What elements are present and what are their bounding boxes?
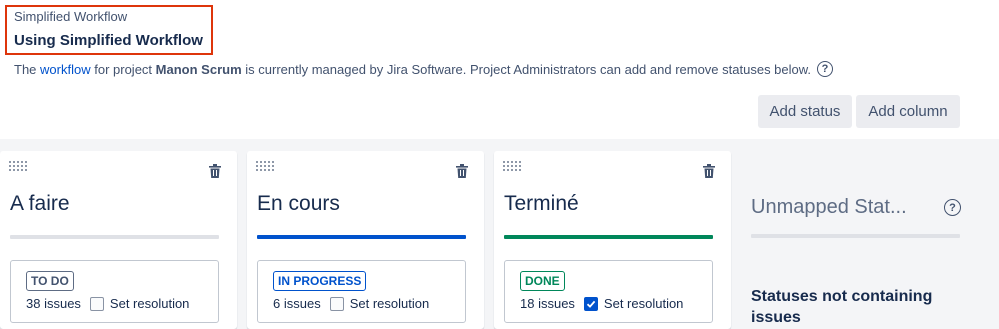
column-color-bar: [10, 235, 219, 239]
add-status-button[interactable]: Add status: [758, 95, 852, 128]
desc-prefix: The: [14, 61, 37, 77]
unmapped-color-bar: [751, 234, 960, 238]
drag-handle-icon[interactable]: [503, 161, 523, 173]
drag-handle-icon[interactable]: [9, 161, 29, 173]
unmapped-statuses-title: Unmapped Stat...: [751, 196, 907, 218]
column-a-faire[interactable]: A faire TO DO 38 issues Set resolution: [0, 151, 237, 329]
column-color-bar: [257, 235, 466, 239]
set-resolution-label: Set resolution: [603, 296, 684, 311]
desc-middle: for project: [94, 61, 153, 77]
column-color-bar: [504, 235, 713, 239]
status-lozenge: TO DO: [26, 271, 74, 291]
issue-count: 18 issues: [520, 296, 575, 311]
status-card[interactable]: IN PROGRESS 6 issues Set resolution: [257, 260, 466, 323]
column-en-cours[interactable]: En cours IN PROGRESS 6 issues Set resolu…: [247, 151, 484, 329]
trash-icon[interactable]: [456, 164, 468, 178]
set-resolution-label: Set resolution: [349, 296, 430, 311]
status-lozenge: IN PROGRESS: [273, 271, 367, 291]
unmapped-note: Statuses not containing issues: [751, 288, 933, 326]
status-info: 38 issues Set resolution: [26, 296, 189, 311]
column-termine[interactable]: Terminé DONE 18 issues Set resolution: [494, 151, 731, 329]
workflow-link[interactable]: workflow: [40, 62, 91, 77]
help-icon[interactable]: ?: [817, 61, 834, 77]
issue-count: 6 issues: [273, 296, 321, 311]
column-title: A faire: [10, 192, 70, 215]
status-card[interactable]: TO DO 38 issues Set resolution: [10, 260, 219, 323]
issue-count: 38 issues: [26, 296, 81, 311]
desc-suffix: is currently managed by Jira Software. P…: [245, 61, 812, 77]
status-info: 6 issues Set resolution: [273, 296, 429, 311]
help-icon[interactable]: ?: [944, 199, 961, 216]
add-column-button[interactable]: Add column: [856, 95, 960, 128]
checkmark-icon: [586, 300, 596, 308]
breadcrumb[interactable]: Simplified Workflow: [14, 9, 127, 24]
status-info: 18 issues Set resolution: [520, 296, 683, 311]
set-resolution-checkbox[interactable]: [329, 296, 344, 311]
page-title: Using Simplified Workflow: [14, 32, 203, 49]
project-name: Manon Scrum: [155, 61, 242, 77]
column-title: Terminé: [504, 192, 579, 215]
drag-handle-icon[interactable]: [256, 161, 276, 173]
status-lozenge: DONE: [520, 271, 565, 291]
column-title: En cours: [257, 192, 340, 215]
trash-icon[interactable]: [703, 164, 715, 178]
status-card[interactable]: DONE 18 issues Set resolution: [504, 260, 713, 323]
trash-icon[interactable]: [209, 164, 221, 178]
set-resolution-checkbox[interactable]: [89, 296, 104, 311]
set-resolution-label: Set resolution: [109, 296, 190, 311]
set-resolution-checkbox[interactable]: [583, 296, 598, 311]
workflow-description: The workflow for project Manon Scrum is …: [14, 61, 834, 77]
